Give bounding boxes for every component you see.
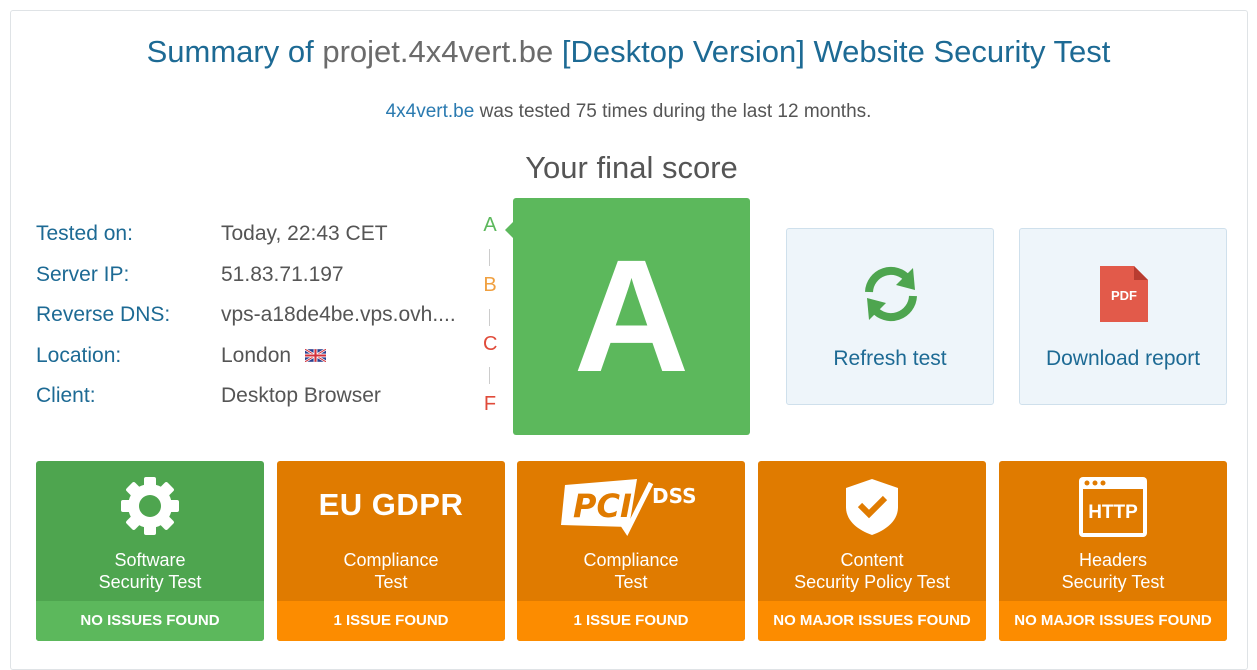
final-grade: A	[573, 226, 690, 405]
test-status: 1 ISSUE FOUND	[277, 601, 505, 641]
grade-scale-a: A	[483, 214, 497, 236]
client-value: Desktop Browser	[221, 384, 381, 407]
test-card-title: Compliance Test	[517, 549, 745, 593]
test-card-title-line2: Security Policy Test	[794, 572, 950, 592]
test-status: NO MAJOR ISSUES FOUND	[758, 601, 986, 641]
title-suffix: [Desktop Version] Website Security Test	[561, 34, 1111, 69]
test-card-title-line2: Security Test	[1061, 572, 1165, 592]
svg-text:DSS: DSS	[652, 484, 697, 508]
tested-on-label: Tested on:	[36, 222, 133, 245]
test-card-title-line1: Software	[114, 550, 186, 570]
gear-icon	[36, 475, 264, 537]
headers-security-test-card[interactable]: HTTP Headers Security Test NO MAJOR ISSU…	[999, 461, 1227, 641]
reverse-dns-label: Reverse DNS:	[36, 303, 171, 326]
test-card-title-line1: Compliance	[583, 550, 679, 570]
http-icon-text: HTTP	[1088, 502, 1138, 523]
eu-gdpr-icon: EU GDPR	[318, 487, 464, 522]
server-ip-label: Server IP:	[36, 263, 130, 286]
download-report-label: Download report	[1045, 347, 1201, 370]
test-card-title-line1: Content	[840, 550, 904, 570]
test-card-title-line2: Test	[614, 572, 648, 592]
test-card-title-line2: Test	[374, 572, 408, 592]
test-count-text: 4x4vert.be was tested 75 times during th…	[0, 101, 1257, 123]
test-status: NO MAJOR ISSUES FOUND	[999, 601, 1227, 641]
location-value: London	[221, 344, 292, 367]
grade-scale-divider	[489, 309, 490, 326]
grade-scale-divider	[489, 367, 490, 384]
content-security-policy-test-card[interactable]: Content Security Policy Test NO MAJOR IS…	[758, 461, 986, 641]
uk-flag-icon	[304, 344, 327, 368]
client-label: Client:	[36, 384, 96, 407]
grade-scale-c: C	[483, 333, 498, 355]
test-card-title: Headers Security Test	[999, 549, 1227, 593]
software-security-test-card[interactable]: Software Security Test NO ISSUES FOUND	[36, 461, 264, 641]
pci-dss-logo: PCI DSS	[517, 475, 745, 537]
score-pointer	[505, 222, 513, 238]
test-card-title-line1: Compliance	[343, 550, 439, 570]
test-card-title: Content Security Policy Test	[758, 549, 986, 593]
test-status: NO ISSUES FOUND	[36, 601, 264, 641]
tested-on-value: Today, 22:43 CET	[221, 222, 388, 245]
final-score-box: A	[505, 198, 750, 435]
grade-scale-b: B	[483, 274, 497, 296]
reverse-dns-value: vps-a18de4be.vps.ovh....	[221, 303, 456, 326]
test-card-title: Compliance Test	[277, 549, 505, 593]
location-value-row: London	[221, 344, 327, 368]
svg-text:PCI: PCI	[573, 487, 632, 525]
final-score-heading: Your final score	[525, 150, 738, 185]
download-report-button[interactable]: PDF Download report	[1019, 228, 1227, 405]
test-status: 1 ISSUE FOUND	[517, 601, 745, 641]
gdpr-compliance-test-card[interactable]: EU GDPR Compliance Test 1 ISSUE FOUND	[277, 461, 505, 641]
refresh-test-button[interactable]: Refresh test	[786, 228, 994, 405]
pci-dss-compliance-test-card[interactable]: PCI DSS Compliance Test 1 ISSUE FOUND	[517, 461, 745, 641]
test-card-title: Software Security Test	[36, 549, 264, 593]
pdf-icon: PDF	[1098, 264, 1150, 329]
page-title: Summary of projet.4x4vert.be [Desktop Ve…	[0, 34, 1257, 70]
http-window-icon: HTTP	[999, 475, 1227, 537]
shield-check-icon	[758, 475, 986, 537]
test-count-label: was tested 75 times during the last 12 m…	[479, 101, 872, 122]
location-label: Location:	[36, 344, 122, 367]
pdf-icon-text: PDF	[1111, 288, 1137, 303]
grade-scale-f: F	[483, 393, 497, 415]
refresh-icon	[860, 263, 922, 330]
domain-link[interactable]: 4x4vert.be	[386, 101, 475, 122]
test-card-title-line1: Headers	[1078, 550, 1148, 570]
refresh-test-label: Refresh test	[833, 347, 947, 370]
grade-scale-divider	[489, 249, 490, 266]
server-ip-value: 51.83.71.197	[221, 263, 344, 286]
title-prefix: Summary of	[146, 34, 314, 69]
test-card-title-line2: Security Test	[98, 572, 202, 592]
title-domain: projet.4x4vert.be	[322, 34, 554, 69]
